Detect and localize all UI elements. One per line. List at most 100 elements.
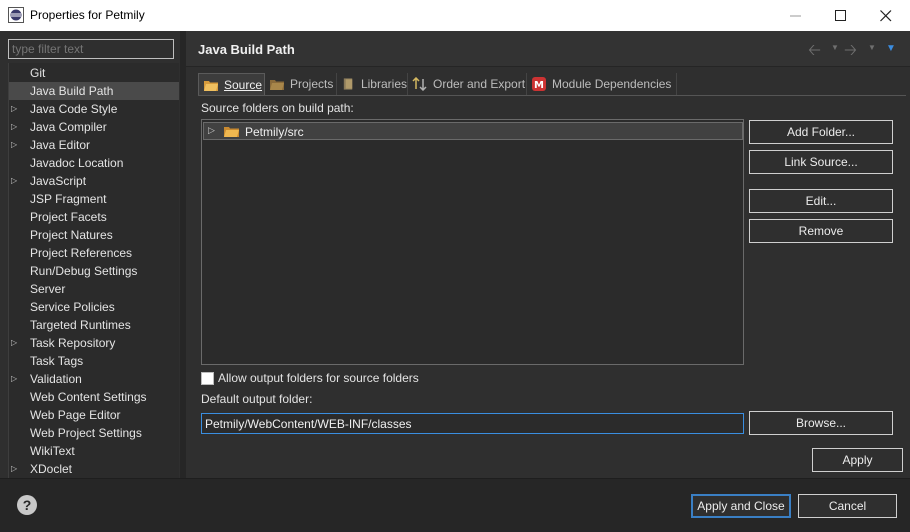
tree-item[interactable]: ▷ Java Compiler: [9, 118, 179, 136]
list-item[interactable]: ▷ Petmily/src: [203, 122, 743, 140]
expand-arrow-icon[interactable]: ▷: [11, 370, 21, 388]
tab-source[interactable]: Source: [198, 73, 265, 95]
tree-item-label: Service Policies: [30, 300, 115, 314]
tree-item-label: JSP Fragment: [30, 192, 107, 206]
tab-projects[interactable]: Projects: [265, 73, 337, 95]
browse-label: Browse...: [795, 416, 846, 430]
tree-item-label: Java Editor: [30, 138, 91, 152]
tab-order-export-label: Order and Export: [433, 77, 526, 91]
tree-item-label: Targeted Runtimes: [30, 318, 131, 332]
svg-text:M: M: [534, 80, 544, 91]
allow-output-label: Allow output folders for source folders: [218, 371, 419, 385]
property-tree: Git Java Build Path ▷ Java Code Style ▷ Java …: [8, 63, 179, 478]
maximize-button[interactable]: [818, 0, 863, 31]
close-button[interactable]: [863, 0, 908, 31]
tree-item[interactable]: Javadoc Location: [9, 154, 179, 172]
tree-item-label: Server: [30, 282, 66, 296]
source-folder-icon: [204, 80, 218, 91]
help-icon[interactable]: ?: [17, 495, 37, 515]
remove-button[interactable]: Remove: [749, 219, 893, 243]
tree-item[interactable]: Web Project Settings: [9, 424, 179, 442]
tree-item-label: Java Build Path: [30, 84, 114, 98]
link-source-button[interactable]: Link Source...: [749, 150, 893, 174]
tab-libraries[interactable]: Libraries: [337, 73, 408, 95]
tree-item[interactable]: Server: [9, 280, 179, 298]
allow-output-row[interactable]: Allow output folders for source folders: [201, 370, 419, 386]
back-dropdown-icon[interactable]: ▼: [831, 43, 839, 52]
page-header: Java Build Path 🡠 ▼ 🡢 ▼ ▼: [186, 31, 910, 67]
tab-order-and-export[interactable]: Order and Export: [408, 73, 527, 95]
tree-item[interactable]: Run/Debug Settings: [9, 262, 179, 280]
right-panel: Java Build Path 🡠 ▼ 🡢 ▼ ▼ Source Project…: [186, 31, 910, 478]
edit-button[interactable]: Edit...: [749, 189, 893, 213]
cancel-button[interactable]: Cancel: [798, 494, 897, 518]
source-folder-icon: [224, 127, 239, 137]
tree-item[interactable]: ▷ JavaScript: [9, 172, 179, 190]
tree-item-label: Run/Debug Settings: [30, 264, 138, 278]
view-menu-icon[interactable]: ▼: [886, 43, 896, 54]
tree-item[interactable]: Git: [9, 64, 179, 82]
apply-label: Apply: [842, 453, 873, 467]
close-icon: [879, 9, 891, 21]
tree-item[interactable]: JSP Fragment: [9, 190, 179, 208]
apply-button[interactable]: Apply: [812, 448, 903, 472]
tree-item-label: Javadoc Location: [30, 156, 124, 170]
tree-item[interactable]: Targeted Runtimes: [9, 316, 179, 334]
browse-button[interactable]: Browse...: [749, 411, 893, 435]
tree-item[interactable]: Service Policies: [9, 298, 179, 316]
tree-item[interactable]: Web Page Editor: [9, 406, 179, 424]
tree-item[interactable]: Web Content Settings: [9, 388, 179, 406]
page-title: Java Build Path: [198, 42, 295, 57]
tree-item[interactable]: Task Tags: [9, 352, 179, 370]
default-output-label: Default output folder:: [201, 392, 313, 406]
source-folder-label: Petmily/src: [245, 125, 304, 139]
tree-item[interactable]: ▷ Task Repository: [9, 334, 179, 352]
tree-item[interactable]: ▷ Java Code Style: [9, 100, 179, 118]
tab-module-dependencies[interactable]: M Module Dependencies: [527, 73, 677, 95]
tree-item-label: XDoclet: [30, 462, 73, 476]
tree-item-label: Java Compiler: [30, 120, 107, 134]
tree-item-label: Java Code Style: [30, 102, 118, 116]
eclipse-icon: [8, 7, 24, 23]
tree-item[interactable]: ▷ Validation: [9, 370, 179, 388]
expand-arrow-icon[interactable]: ▷: [208, 125, 215, 136]
expand-arrow-icon[interactable]: ▷: [11, 100, 21, 118]
tab-source-label: Source: [224, 77, 263, 92]
forward-dropdown-icon[interactable]: ▼: [868, 43, 876, 52]
apply-and-close-button[interactable]: Apply and Close: [691, 494, 791, 518]
projects-icon: [270, 80, 284, 90]
expand-arrow-icon[interactable]: ▷: [11, 136, 21, 154]
tree-item[interactable]: Project Natures: [9, 226, 179, 244]
forward-arrow-icon[interactable]: 🡢: [844, 39, 857, 66]
left-panel: Git Java Build Path ▷ Java Code Style ▷ Java …: [0, 31, 180, 478]
add-folder-button[interactable]: Add Folder...: [749, 120, 893, 144]
title-bar: Properties for Petmily: [0, 0, 910, 31]
tree-item[interactable]: Project Facets: [9, 208, 179, 226]
maximize-icon: [834, 9, 846, 21]
tree-item[interactable]: Project References: [9, 244, 179, 262]
back-arrow-icon[interactable]: 🡠: [808, 39, 821, 66]
tree-item-label: Web Content Settings: [30, 390, 147, 404]
link-source-label: Link Source...: [784, 155, 858, 169]
tab-libraries-label: Libraries: [360, 77, 407, 91]
libraries-icon: [343, 78, 353, 90]
tree-item[interactable]: WikiText: [9, 442, 179, 460]
order-export-icon: [412, 77, 427, 91]
expand-arrow-icon[interactable]: ▷: [11, 334, 21, 352]
tree-item[interactable]: ▷ Java Editor: [9, 136, 179, 154]
source-folder-list[interactable]: ▷ Petmily/src: [201, 119, 744, 365]
minimize-button[interactable]: [773, 0, 818, 31]
default-output-input[interactable]: [201, 413, 744, 434]
expand-arrow-icon[interactable]: ▷: [11, 172, 21, 190]
tree-item-label: Web Project Settings: [30, 426, 142, 440]
expand-arrow-icon[interactable]: ▷: [11, 460, 21, 478]
footer-bar: ? Apply and Close Cancel: [0, 478, 910, 532]
allow-output-checkbox[interactable]: [201, 371, 214, 385]
tree-item[interactable]: Java Build Path: [9, 82, 179, 100]
tab-module-label: Module Dependencies: [552, 77, 672, 91]
filter-input[interactable]: [8, 39, 174, 59]
expand-arrow-icon[interactable]: ▷: [11, 118, 21, 136]
tab-separator: [198, 95, 906, 96]
edit-label: Edit...: [805, 194, 837, 208]
tree-item[interactable]: ▷ XDoclet: [9, 460, 179, 478]
